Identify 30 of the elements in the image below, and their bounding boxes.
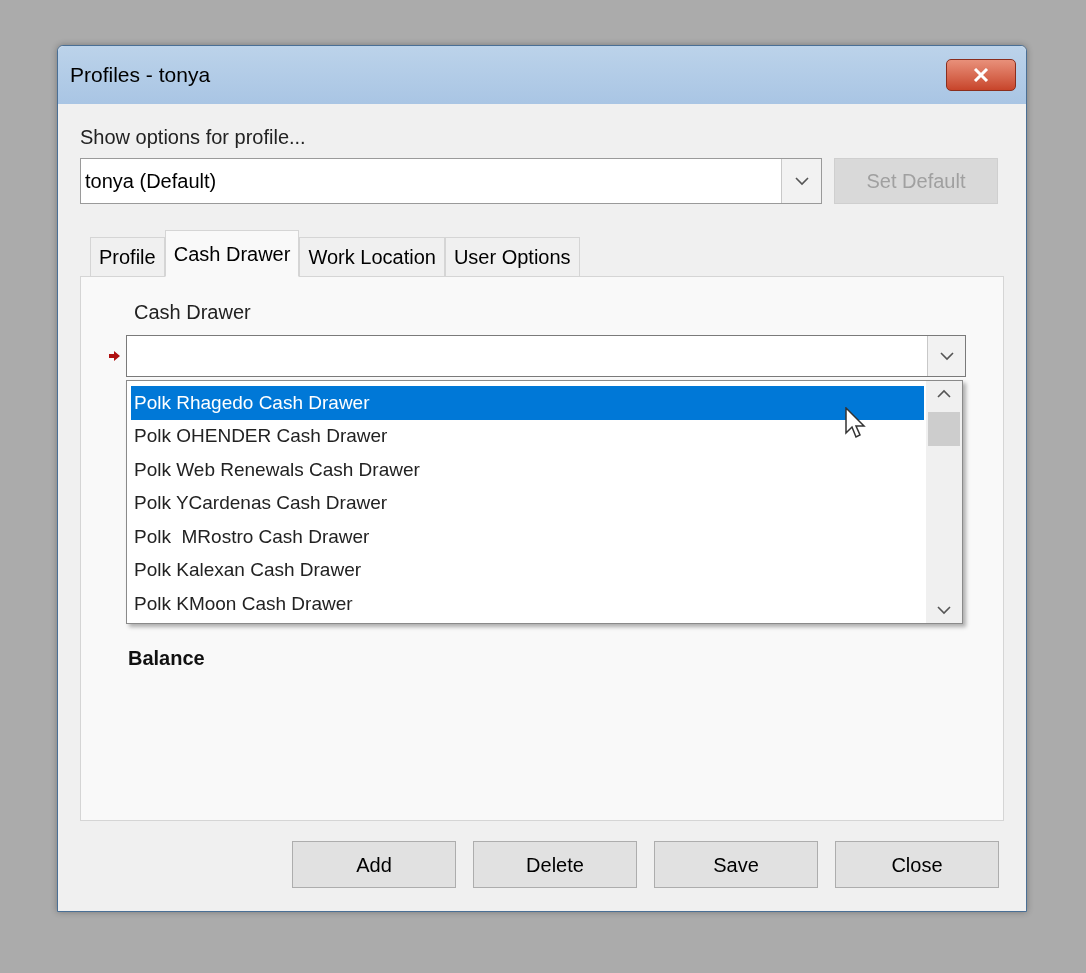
- close-icon: [973, 68, 989, 82]
- cash-drawer-label: Cash Drawer: [134, 300, 252, 325]
- chevron-down-icon: [939, 351, 954, 361]
- tab[interactable]: Profile: [90, 237, 165, 277]
- dropdown-option[interactable]: Polk KMoon Cash Drawer: [131, 587, 924, 621]
- cursor-icon: [845, 407, 867, 439]
- dropdown-option[interactable]: Polk Kalexan Cash Drawer: [131, 553, 924, 587]
- dropdown-option[interactable]: Polk YCardenas Cash Drawer: [131, 486, 924, 520]
- profile-label: Show options for profile...: [80, 125, 307, 150]
- close-button[interactable]: [946, 59, 1016, 91]
- dropdown-option[interactable]: Polk MRostro Cash Drawer: [131, 520, 924, 554]
- tab[interactable]: User Options: [444, 237, 580, 277]
- profile-dropdown[interactable]: tonya (Default): [80, 158, 822, 204]
- window-title: Profiles - tonya: [70, 62, 211, 89]
- dropdown-option[interactable]: Polk Web Renewals Cash Drawer: [131, 453, 924, 487]
- tab[interactable]: Work Location: [299, 237, 445, 277]
- chevron-down-icon: [794, 176, 809, 186]
- dialog-button[interactable]: Close: [835, 841, 999, 888]
- dialog-button[interactable]: Add: [292, 841, 456, 888]
- dropdown-option[interactable]: Polk OHENDER Cash Drawer: [131, 419, 924, 453]
- dropdown-option[interactable]: Polk Rhagedo Cash Drawer: [131, 386, 924, 420]
- dialog-button[interactable]: Delete: [473, 841, 637, 888]
- cash-drawer-dropdown[interactable]: [126, 335, 966, 377]
- scroll-thumb[interactable]: [928, 412, 960, 446]
- profile-value: tonya (Default): [84, 169, 218, 194]
- scroll-down-icon: [937, 606, 951, 615]
- scroll-up-icon: [937, 389, 951, 398]
- dialog-button[interactable]: Save: [654, 841, 818, 888]
- tab[interactable]: Cash Drawer: [164, 230, 300, 277]
- balance-label: Balance: [128, 646, 206, 671]
